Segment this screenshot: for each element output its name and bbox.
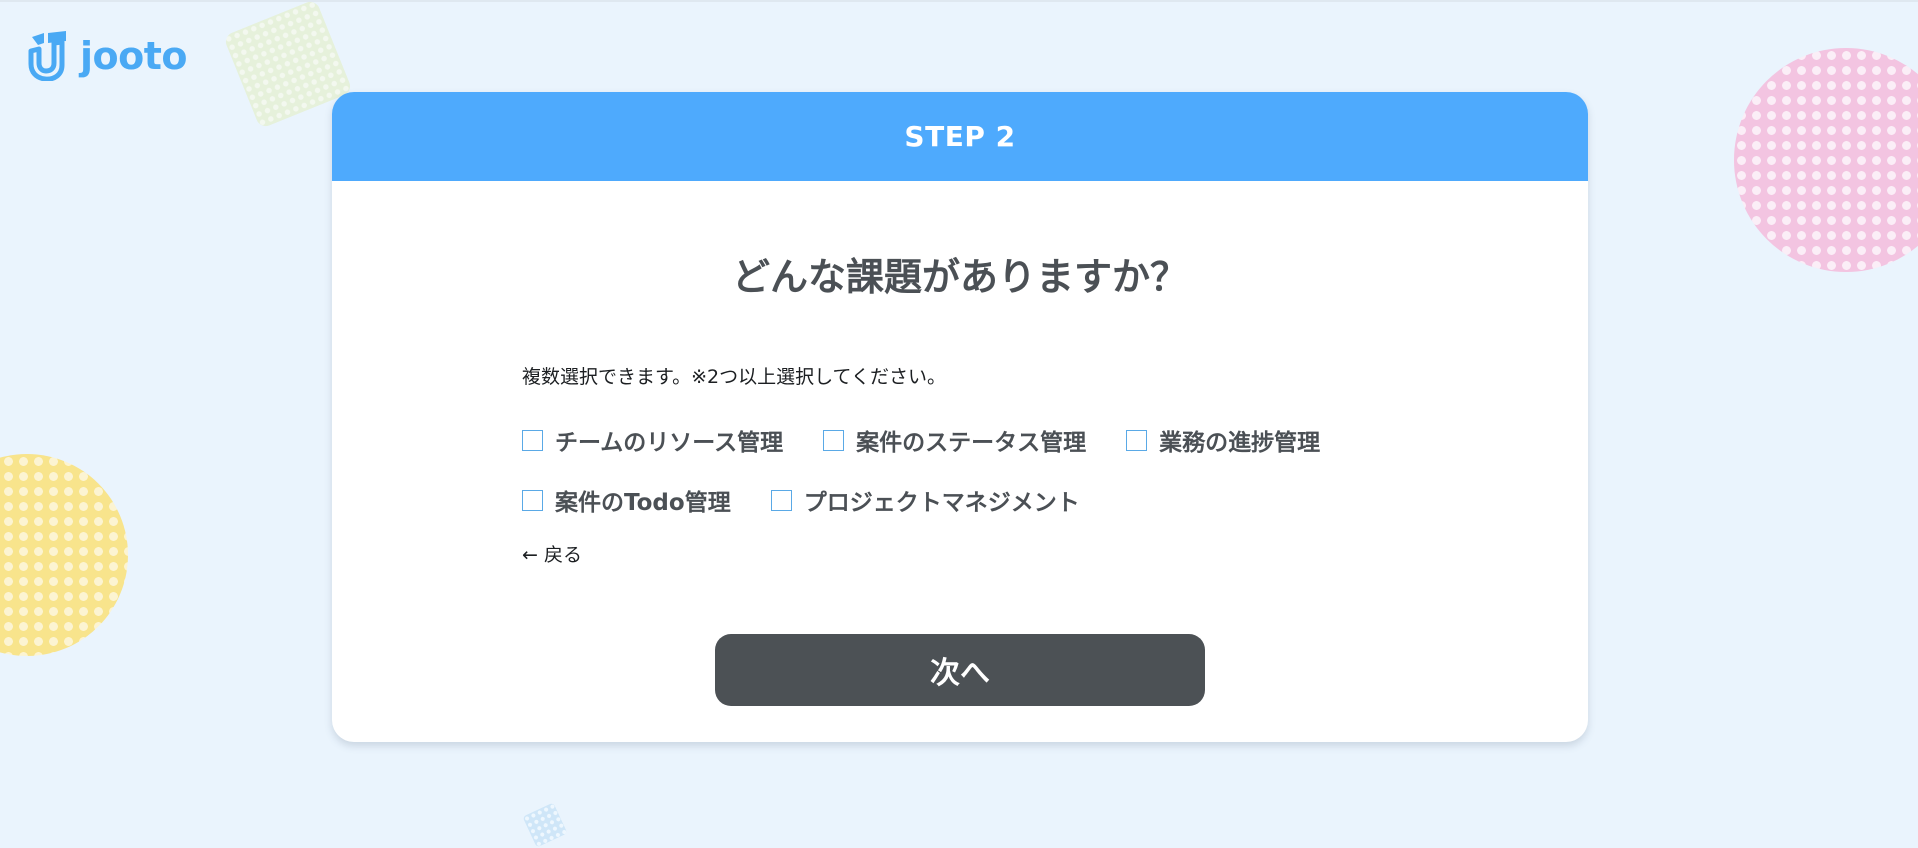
- option-label: チームのリソース管理: [555, 430, 784, 456]
- decorative-pattern-pink: [1734, 48, 1918, 272]
- options-row: 案件のTodo管理 プロジェクトマネジメント: [522, 470, 1442, 530]
- jooto-logo-icon: [28, 31, 66, 81]
- checkbox-icon[interactable]: [522, 489, 543, 511]
- checkbox-icon[interactable]: [1126, 429, 1148, 451]
- option-label: 案件のステータス管理: [856, 430, 1087, 456]
- option-label: 業務の進捗管理: [1159, 430, 1321, 456]
- option-project-todo[interactable]: 案件のTodo管理: [522, 483, 731, 517]
- questionnaire-card: STEP 2 どんな課題がありますか？ 複数選択できます。※2つ以上選択してくだ…: [332, 92, 1588, 742]
- option-label: 案件のTodo管理: [555, 490, 731, 516]
- checkbox-icon[interactable]: [522, 429, 543, 451]
- option-team-resource[interactable]: チームのリソース管理: [522, 423, 783, 457]
- jooto-logo[interactable]: jooto: [28, 28, 188, 84]
- logo-text: jooto: [80, 34, 188, 78]
- question-title: どんな課題がありますか？: [731, 255, 1188, 299]
- option-project-management[interactable]: プロジェクトマネジメント: [770, 483, 1080, 517]
- option-task-progress[interactable]: 業務の進捗管理: [1126, 423, 1320, 457]
- next-button[interactable]: 次へ: [715, 634, 1205, 706]
- top-border: [0, 0, 1918, 2]
- checkbox-icon[interactable]: [823, 429, 845, 451]
- options-group: チームのリソース管理 案件のステータス管理 業務の進捗管理 案件のTodo管理 …: [522, 410, 1442, 530]
- decorative-pattern-yellow: [0, 454, 128, 656]
- checkbox-icon[interactable]: [770, 489, 792, 511]
- options-row: チームのリソース管理 案件のステータス管理 業務の進捗管理: [522, 410, 1442, 470]
- selection-hint: 複数選択できます。※2つ以上選択してください。: [522, 366, 946, 388]
- option-label: プロジェクトマネジメント: [803, 490, 1080, 516]
- step-title: STEP 2: [904, 120, 1016, 153]
- step-header: STEP 2: [332, 92, 1588, 181]
- decorative-pattern-blue: [522, 802, 568, 848]
- option-project-status[interactable]: 案件のステータス管理: [823, 423, 1086, 457]
- back-link[interactable]: ← 戻る: [522, 540, 582, 567]
